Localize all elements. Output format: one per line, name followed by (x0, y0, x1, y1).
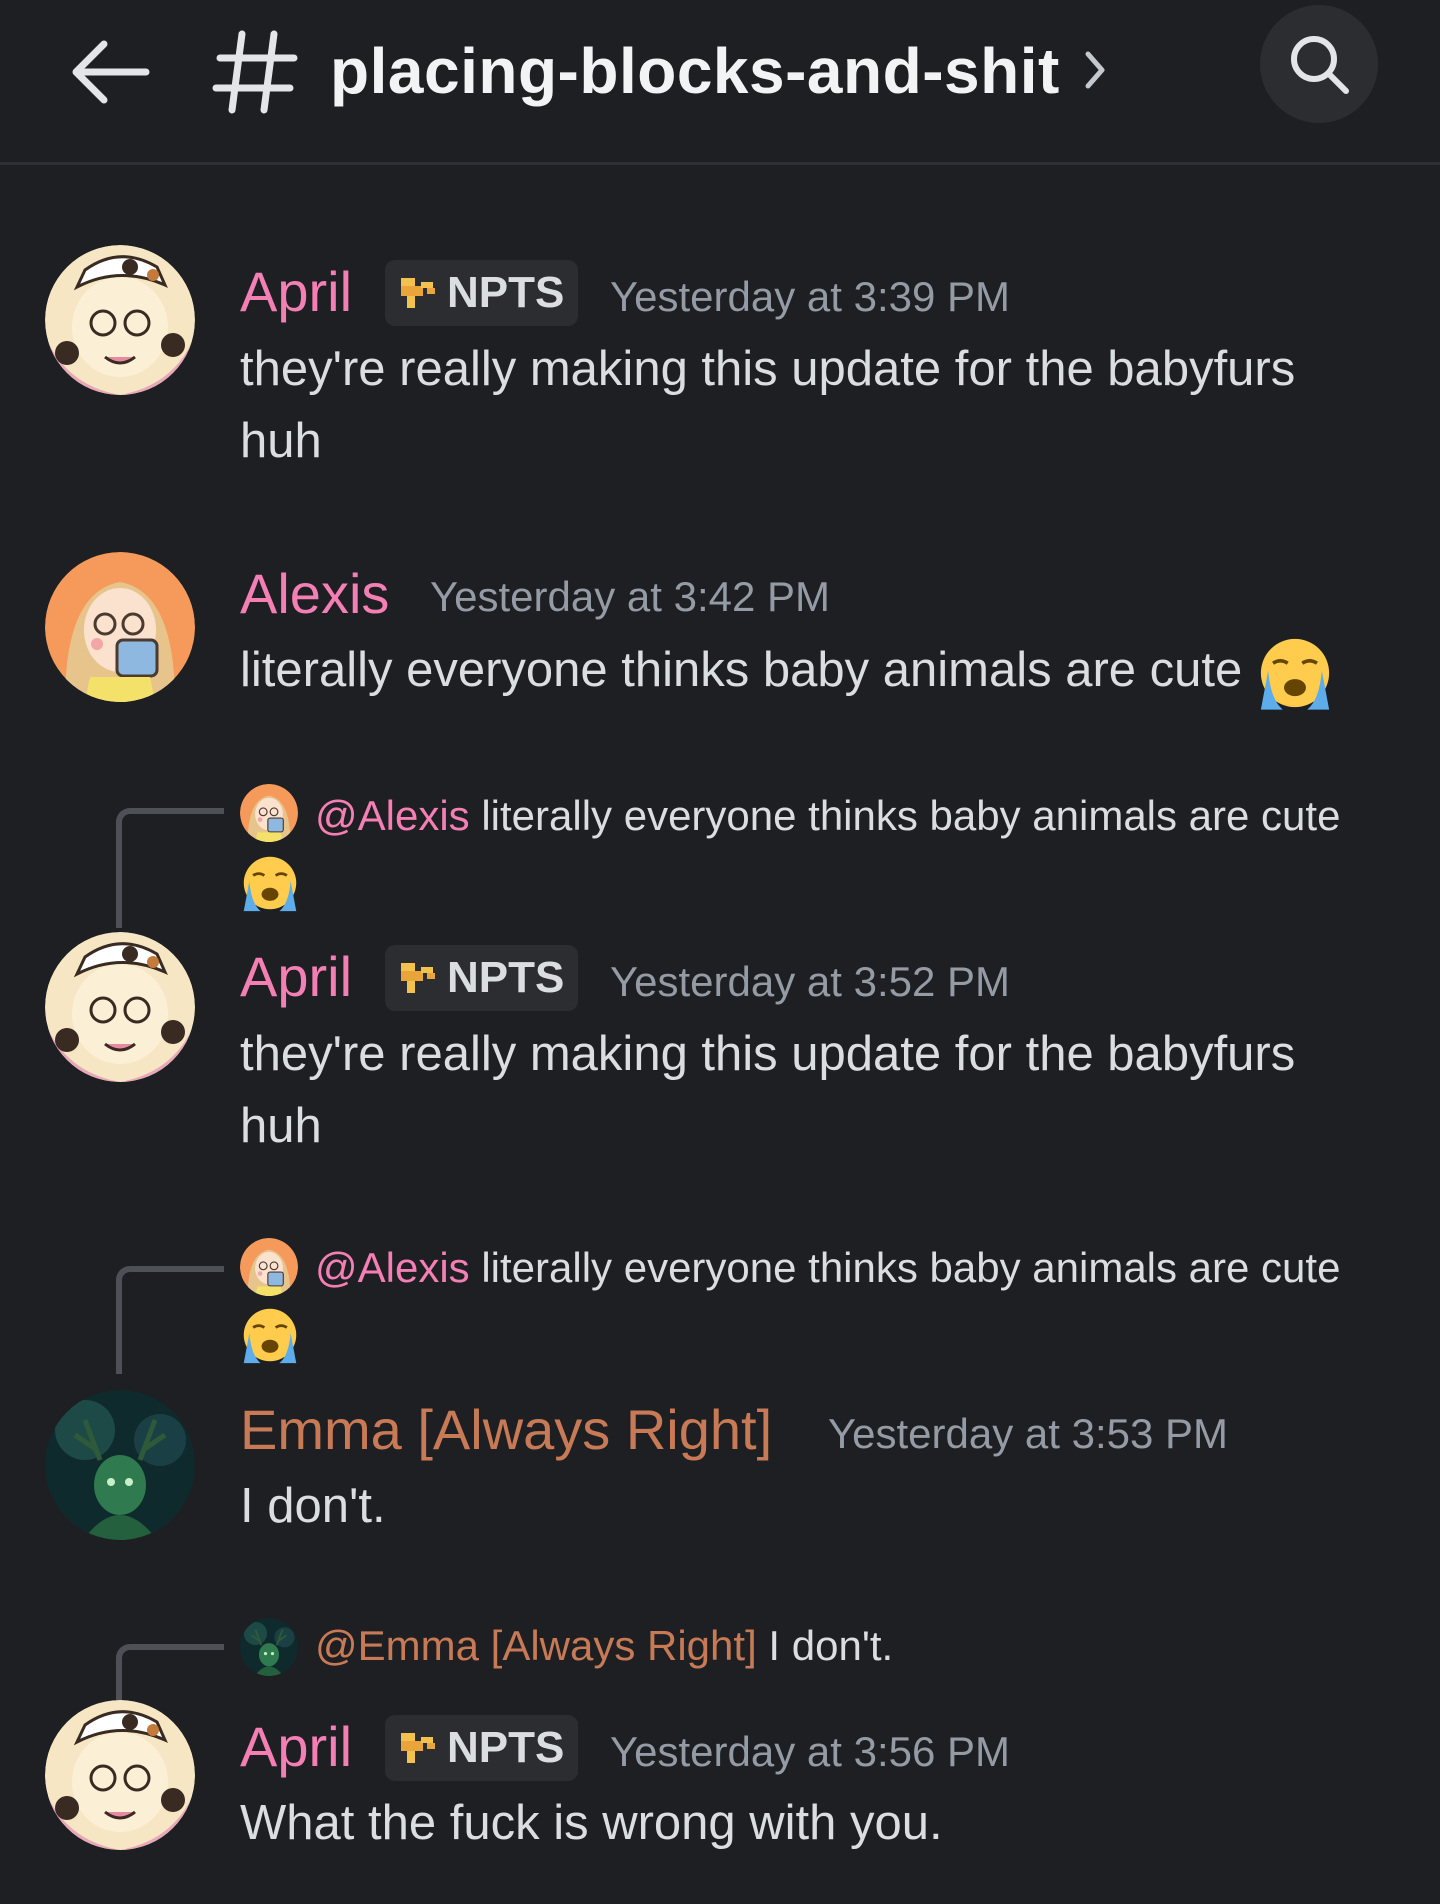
timestamp: Yesterday at 3:52 PM (610, 958, 1011, 1005)
loudly-crying-face-emoji (240, 1305, 300, 1365)
arrow-left-icon (72, 40, 150, 104)
role-tag[interactable]: NPTS (385, 1715, 579, 1781)
reply-text: I don't. (768, 1622, 894, 1669)
avatar[interactable] (45, 552, 195, 702)
npts-icon (397, 1727, 439, 1769)
message-text: they're really making this update for th… (240, 342, 1296, 468)
avatar[interactable] (45, 245, 195, 395)
npts-icon (397, 272, 439, 314)
username[interactable]: April (240, 944, 352, 1009)
reply-preview[interactable]: @Alexis literally everyone thinks baby a… (240, 1236, 1370, 1365)
username[interactable]: April (240, 1714, 352, 1779)
timestamp: Yesterday at 3:53 PM (828, 1410, 1229, 1457)
tag-label: NPTS (447, 953, 565, 1002)
message-text-row: literally everyone thinks baby animals a… (240, 634, 1390, 712)
username[interactable]: April (240, 259, 352, 324)
tag-label: NPTS (447, 268, 565, 317)
reply-line (116, 808, 224, 928)
message-text: literally everyone thinks baby animals a… (240, 643, 1243, 697)
search-button[interactable] (1260, 5, 1378, 123)
message-text: I don't. (240, 1479, 386, 1533)
search-icon (1291, 36, 1349, 94)
avatar[interactable] (45, 1700, 195, 1850)
role-tag[interactable]: NPTS (385, 260, 579, 326)
message-text: What the fuck is wrong with you. (240, 1796, 943, 1850)
timestamp: Yesterday at 3:56 PM (610, 1728, 1011, 1775)
tag-label: NPTS (447, 1723, 565, 1772)
npts-icon (397, 957, 439, 999)
channel-header: placing-blocks-and-shit (0, 0, 1440, 165)
timestamp: Yesterday at 3:39 PM (610, 273, 1011, 320)
reply-text: literally everyone thinks baby animals a… (481, 1244, 1341, 1291)
reply-text: literally everyone thinks baby animals a… (481, 792, 1341, 839)
timestamp: Yesterday at 3:42 PM (430, 573, 831, 620)
reply-mention[interactable]: @Alexis (315, 1244, 470, 1291)
reply-mention[interactable]: @Alexis (315, 792, 470, 839)
loudly-crying-face-emoji (240, 853, 300, 913)
reply-mention[interactable]: @Emma [Always Right] (315, 1622, 757, 1669)
role-tag[interactable]: NPTS (385, 945, 579, 1011)
message-text: they're really making this update for th… (240, 1027, 1296, 1153)
username[interactable]: Emma [Always Right] (240, 1397, 772, 1462)
back-button[interactable] (60, 22, 160, 122)
username[interactable]: Alexis (240, 561, 389, 626)
avatar[interactable] (45, 1390, 195, 1540)
reply-preview[interactable]: @Alexis literally everyone thinks baby a… (240, 784, 1370, 913)
reply-line (116, 1266, 224, 1374)
chevron-right-icon[interactable] (1080, 46, 1110, 94)
loudly-crying-face-emoji (1256, 634, 1334, 712)
hash-icon (212, 22, 300, 122)
reply-preview[interactable]: @Emma [Always Right] I don't. (240, 1614, 1370, 1678)
avatar[interactable] (45, 932, 195, 1082)
channel-name[interactable]: placing-blocks-and-shit (330, 34, 1060, 108)
